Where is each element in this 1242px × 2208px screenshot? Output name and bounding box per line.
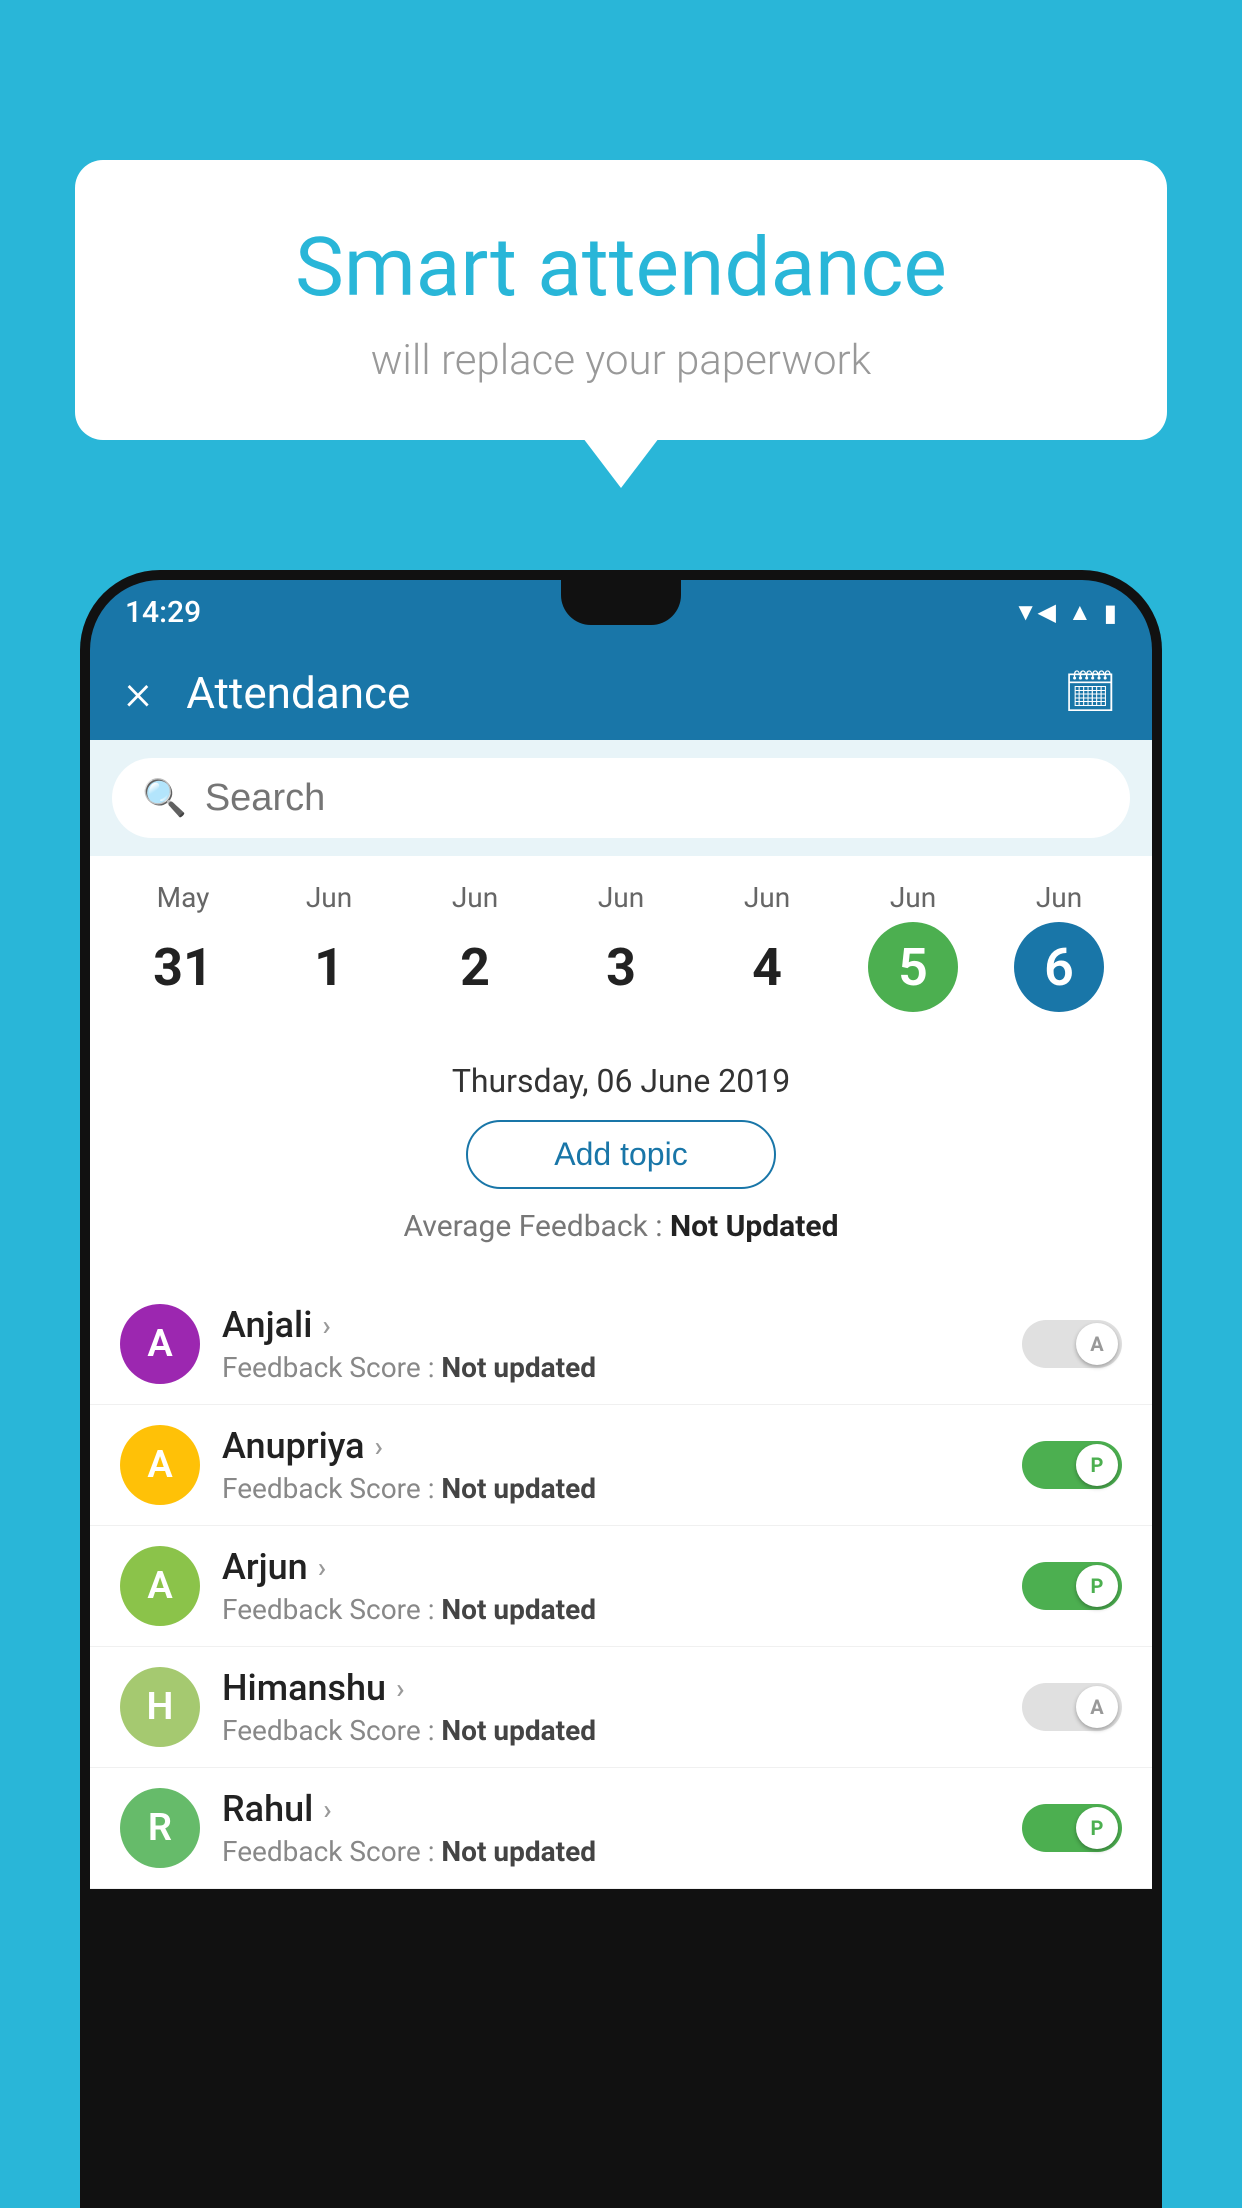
attendance-toggle[interactable]: P bbox=[1022, 1562, 1122, 1610]
status-time: 14:29 bbox=[125, 595, 201, 630]
wifi-icon: ▼◀ bbox=[1014, 598, 1056, 627]
phone-inner: 14:29 ▼◀ ▲ ▮ × Attendance 🗓 🔍 May 31 Jun bbox=[90, 580, 1152, 2208]
student-info: Anjali › Feedback Score : Not updated bbox=[222, 1304, 1000, 1384]
student-name: Rahul › bbox=[222, 1788, 1000, 1830]
student-item[interactable]: H Himanshu › Feedback Score : Not update… bbox=[90, 1647, 1152, 1768]
close-button[interactable]: × bbox=[125, 664, 151, 722]
search-input[interactable] bbox=[205, 777, 1100, 820]
date-month: May bbox=[157, 881, 210, 914]
date-day: 6 bbox=[1014, 922, 1104, 1012]
feedback-score: Feedback Score : Not updated bbox=[222, 1472, 1000, 1505]
student-info: Anupriya › Feedback Score : Not updated bbox=[222, 1425, 1000, 1505]
student-info: Arjun › Feedback Score : Not updated bbox=[222, 1546, 1000, 1626]
student-item[interactable]: A Anupriya › Feedback Score : Not update… bbox=[90, 1405, 1152, 1526]
student-name: Arjun › bbox=[222, 1546, 1000, 1588]
date-item[interactable]: Jun 5 bbox=[868, 881, 958, 1012]
content-area: Thursday, 06 June 2019 Add topic Average… bbox=[90, 1027, 1152, 1284]
avg-feedback-label: Average Feedback : bbox=[404, 1209, 670, 1244]
attendance-toggle[interactable]: P bbox=[1022, 1441, 1122, 1489]
status-bar: 14:29 ▼◀ ▲ ▮ bbox=[90, 580, 1152, 645]
date-day: 31 bbox=[138, 922, 228, 1012]
date-item[interactable]: Jun 4 bbox=[722, 881, 812, 1012]
battery-icon: ▮ bbox=[1104, 599, 1117, 627]
student-item[interactable]: A Arjun › Feedback Score : Not updated P bbox=[90, 1526, 1152, 1647]
date-month: Jun bbox=[744, 881, 790, 914]
date-month: Jun bbox=[306, 881, 352, 914]
speech-bubble-subtitle: will replace your paperwork bbox=[125, 336, 1117, 385]
student-item[interactable]: A Anjali › Feedback Score : Not updated … bbox=[90, 1284, 1152, 1405]
chevron-icon: › bbox=[396, 1672, 404, 1705]
student-name: Himanshu › bbox=[222, 1667, 1000, 1709]
phone-frame: 14:29 ▼◀ ▲ ▮ × Attendance 🗓 🔍 May 31 Jun bbox=[80, 570, 1162, 2208]
avg-feedback: Average Feedback : Not Updated bbox=[120, 1209, 1122, 1244]
feedback-score: Feedback Score : Not updated bbox=[222, 1351, 1000, 1384]
student-name: Anupriya › bbox=[222, 1425, 1000, 1467]
selected-date-label: Thursday, 06 June 2019 bbox=[120, 1062, 1122, 1100]
attendance-toggle[interactable]: A bbox=[1022, 1683, 1122, 1731]
date-month: Jun bbox=[598, 881, 644, 914]
date-item[interactable]: Jun 1 bbox=[284, 881, 374, 1012]
date-month: Jun bbox=[890, 881, 936, 914]
student-info: Himanshu › Feedback Score : Not updated bbox=[222, 1667, 1000, 1747]
date-item[interactable]: Jun 2 bbox=[430, 881, 520, 1012]
app-title: Attendance bbox=[186, 667, 1063, 719]
date-day: 2 bbox=[430, 922, 520, 1012]
chevron-icon: › bbox=[318, 1551, 326, 1584]
date-month: Jun bbox=[1036, 881, 1082, 914]
feedback-score: Feedback Score : Not updated bbox=[222, 1714, 1000, 1747]
student-item[interactable]: R Rahul › Feedback Score : Not updated P bbox=[90, 1768, 1152, 1889]
student-avatar: A bbox=[120, 1546, 200, 1626]
date-item[interactable]: Jun 6 bbox=[1014, 881, 1104, 1012]
speech-bubble-title: Smart attendance bbox=[125, 220, 1117, 316]
search-bar: 🔍 bbox=[112, 758, 1130, 838]
avg-feedback-value: Not Updated bbox=[670, 1209, 839, 1244]
speech-bubble: Smart attendance will replace your paper… bbox=[75, 160, 1167, 440]
date-month: Jun bbox=[452, 881, 498, 914]
student-avatar: A bbox=[120, 1425, 200, 1505]
student-avatar: R bbox=[120, 1788, 200, 1868]
student-avatar: H bbox=[120, 1667, 200, 1747]
calendar-icon[interactable]: 🗓 bbox=[1064, 668, 1117, 717]
search-icon: 🔍 bbox=[142, 777, 187, 819]
notch bbox=[561, 580, 681, 625]
attendance-toggle[interactable]: A bbox=[1022, 1320, 1122, 1368]
date-selector: May 31 Jun 1 Jun 2 Jun 3 Jun 4 Jun 5 Jun… bbox=[90, 856, 1152, 1027]
chevron-icon: › bbox=[323, 1793, 331, 1826]
signal-icon: ▲ bbox=[1068, 598, 1092, 627]
student-name: Anjali › bbox=[222, 1304, 1000, 1346]
chevron-icon: › bbox=[322, 1309, 330, 1342]
status-icons: ▼◀ ▲ ▮ bbox=[1014, 598, 1117, 627]
student-avatar: A bbox=[120, 1304, 200, 1384]
date-item[interactable]: May 31 bbox=[138, 881, 228, 1012]
date-item[interactable]: Jun 3 bbox=[576, 881, 666, 1012]
feedback-score: Feedback Score : Not updated bbox=[222, 1835, 1000, 1868]
app-bar: × Attendance 🗓 bbox=[90, 645, 1152, 740]
chevron-icon: › bbox=[375, 1430, 383, 1463]
date-day: 4 bbox=[722, 922, 812, 1012]
feedback-score: Feedback Score : Not updated bbox=[222, 1593, 1000, 1626]
attendance-toggle[interactable]: P bbox=[1022, 1804, 1122, 1852]
date-day: 3 bbox=[576, 922, 666, 1012]
search-container: 🔍 bbox=[90, 740, 1152, 856]
date-day: 5 bbox=[868, 922, 958, 1012]
student-list: A Anjali › Feedback Score : Not updated … bbox=[90, 1284, 1152, 1889]
add-topic-button[interactable]: Add topic bbox=[466, 1120, 776, 1189]
student-info: Rahul › Feedback Score : Not updated bbox=[222, 1788, 1000, 1868]
date-day: 1 bbox=[284, 922, 374, 1012]
